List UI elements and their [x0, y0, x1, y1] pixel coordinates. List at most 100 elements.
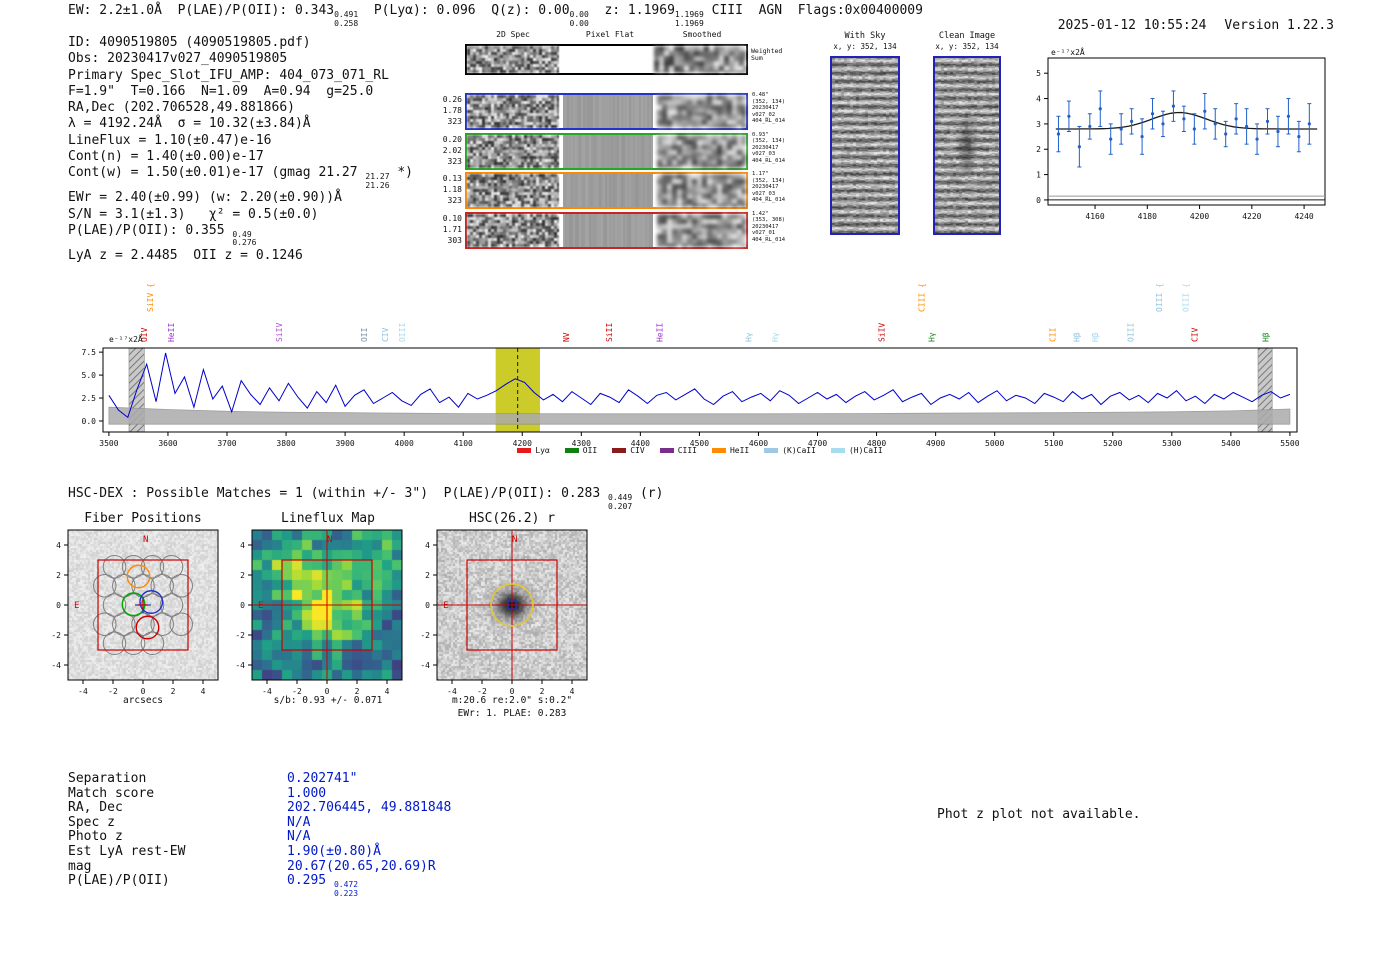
- cutout-smoothed-image: [657, 213, 746, 247]
- svg-text:-2: -2: [292, 687, 302, 696]
- svg-text:4: 4: [240, 541, 245, 550]
- svg-text:0: 0: [325, 687, 330, 696]
- text-segment: LyA z = 2.4485 OII z = 0.1246: [68, 247, 303, 263]
- info-line: S/N = 3.1(±1.3) χ² = 0.5(±0.0): [68, 207, 413, 223]
- cutout-row-left-labels: 0.20 2.02 323: [428, 134, 462, 167]
- cutout-annotation: v027_02: [752, 111, 776, 118]
- info-line: F=1.9" T=0.166 N=1.09 A=0.94 g=25.0: [68, 84, 413, 100]
- emission-line-label: CII: [1049, 327, 1058, 342]
- text-segment: F=1.9" T=0.166 N=1.09 A=0.94 g=25.0: [68, 83, 374, 99]
- cutout-row-left-labels: 0.13 1.18 323: [428, 173, 462, 206]
- svg-text:0: 0: [1036, 196, 1041, 205]
- cutout-annotation: 404_RL_014: [752, 197, 786, 204]
- cutout-left-value: 1.78: [442, 106, 462, 115]
- emission-line-label: NV: [562, 332, 571, 342]
- text-segment: RA,Dec (202.706528,49.881866): [68, 100, 295, 116]
- photz-unavailable-note: Phot z plot not available.: [937, 807, 1141, 822]
- hsc-image-plot: -4 -4 -2 -2 0 0 2 2 4 4 N E: [420, 529, 588, 696]
- stacked-uncertainty: 0.449 0.207: [608, 493, 632, 511]
- svg-text:5100: 5100: [1044, 439, 1063, 448]
- cutout-smoothed-image: [657, 134, 746, 168]
- cutout-annotation: (352, 134): [752, 98, 786, 105]
- cutout-annotation: 404_RL_014: [752, 236, 786, 243]
- svg-text:2: 2: [540, 687, 545, 696]
- svg-text:3700: 3700: [217, 439, 236, 448]
- cutout-annotation: (352, 134): [752, 177, 786, 184]
- svg-text:2: 2: [171, 687, 176, 696]
- svg-text:4200: 4200: [1190, 212, 1209, 221]
- emission-line-label: CIV: [381, 327, 390, 342]
- emission-line-label: OIII {: [1182, 283, 1191, 312]
- svg-text:5300: 5300: [1162, 439, 1181, 448]
- text-segment: Primary Spec_Slot_IFU_AMP: 404_073_071_R…: [68, 67, 389, 83]
- cutout-2d-spec-image: [467, 213, 559, 247]
- spectrum-flux-units-label: e⁻¹⁷x2Å: [109, 333, 143, 344]
- cutout-annotation: 0.93": [752, 131, 769, 138]
- emission-line-label: OIII {: [1155, 283, 1164, 312]
- match-label: Match score: [68, 785, 155, 801]
- cutout-annotation: 404_RL_014: [752, 157, 786, 164]
- cutout-left-value: 0.20: [442, 134, 462, 144]
- svg-text:4800: 4800: [867, 439, 886, 448]
- svg-text:4: 4: [570, 687, 575, 696]
- match-value: 202.706445, 49.881848: [287, 800, 451, 815]
- cutout-annotation: 20230417: [752, 105, 779, 112]
- svg-text:5500: 5500: [1280, 439, 1299, 448]
- match-label: Est LyA rest-EW: [68, 843, 186, 859]
- svg-text:-2: -2: [51, 631, 61, 640]
- text-segment: Obs: 20230417v027_4090519805: [68, 51, 288, 67]
- match-row: Photo z N/A: [68, 829, 451, 844]
- match-row: Separation 0.202741": [68, 771, 451, 786]
- weighted-sum-2d-image: [467, 46, 559, 73]
- cutout-annotation: 1.17": [752, 171, 769, 177]
- svg-text:-4: -4: [420, 661, 430, 670]
- emission-line-label: Hβ: [1072, 332, 1081, 342]
- detection-info-block: ID: 4090519805 (4090519805.pdf) Obs: 2023…: [68, 35, 413, 264]
- match-row: P(LAE)/P(OII) 0.295 0.472 0.223: [68, 873, 451, 897]
- weighted-sum-label: Weighted Sum: [751, 47, 782, 62]
- emission-line-label: SiIV: [877, 323, 886, 342]
- cutout-annotation: v027_03: [752, 190, 776, 197]
- report-date: 2025-01-12 10:55:24: [1057, 18, 1207, 33]
- info-line: EWr = 2.40(±0.99) (w: 2.20(±0.90))Å: [68, 190, 413, 206]
- emission-line-label: SiII: [605, 323, 614, 342]
- info-line: ID: 4090519805 (4090519805.pdf): [68, 35, 413, 51]
- lineflux-map-plot: -4 -4 -2 -2 0 0 2 2 4 4 N E: [235, 529, 403, 696]
- error-band: [108, 406, 1291, 425]
- svg-text:4180: 4180: [1138, 212, 1157, 221]
- svg-text:-4: -4: [262, 687, 272, 696]
- svg-text:2: 2: [355, 687, 360, 696]
- east-label: E: [443, 601, 448, 611]
- match-label: Spec z: [68, 814, 115, 830]
- text-segment: 1.000: [287, 785, 327, 801]
- cutout-column-title: Smoothed: [682, 30, 722, 39]
- cutout-pixel-flat-image: [563, 213, 653, 247]
- text-segment: Cont(w) = 1.50(±0.01)e-17 (gmag 21.27: [68, 165, 366, 181]
- svg-text:4000: 4000: [395, 439, 414, 448]
- svg-text:3: 3: [1036, 120, 1041, 129]
- cutout-left-value: 1.18: [442, 185, 462, 194]
- stacked-uncertainty: 21.27 21.26: [365, 173, 389, 190]
- svg-text:4400: 4400: [631, 439, 650, 448]
- lower-value: 0.258: [334, 18, 359, 28]
- svg-text:2: 2: [56, 571, 61, 580]
- emission-line-label: Hγ: [928, 332, 937, 342]
- svg-text:-2: -2: [108, 687, 118, 696]
- text-segment: CIII AGN Flags:0x00400009: [703, 3, 923, 18]
- cutout-annotation: 20230417: [752, 223, 779, 230]
- text-segment: 1.90(±0.80)Å: [287, 843, 381, 859]
- svg-text:4240: 4240: [1294, 212, 1313, 221]
- header-meta: 2025-01-12 10:55:24 Version 1.22.3: [1026, 3, 1334, 48]
- clean-image-image: [935, 58, 999, 233]
- cutout-row-left-labels: 0.26 1.78 323: [428, 94, 462, 127]
- emission-line-label: Hβ: [1091, 332, 1100, 342]
- svg-text:0: 0: [510, 687, 515, 696]
- text-segment: 0.295: [287, 873, 334, 889]
- info-line: LineFlux = 1.10(±0.47)e-16: [68, 133, 413, 149]
- cutout-left-value: 0.13: [442, 174, 462, 183]
- cutout-left-value: 0.10: [442, 213, 462, 223]
- svg-text:4: 4: [201, 687, 206, 696]
- cutout-pixel-flat-image: [563, 95, 653, 128]
- text-segment: S/N = 3.1(±1.3) χ² = 0.5(±0.0): [68, 206, 319, 222]
- cutout-row: [465, 172, 748, 209]
